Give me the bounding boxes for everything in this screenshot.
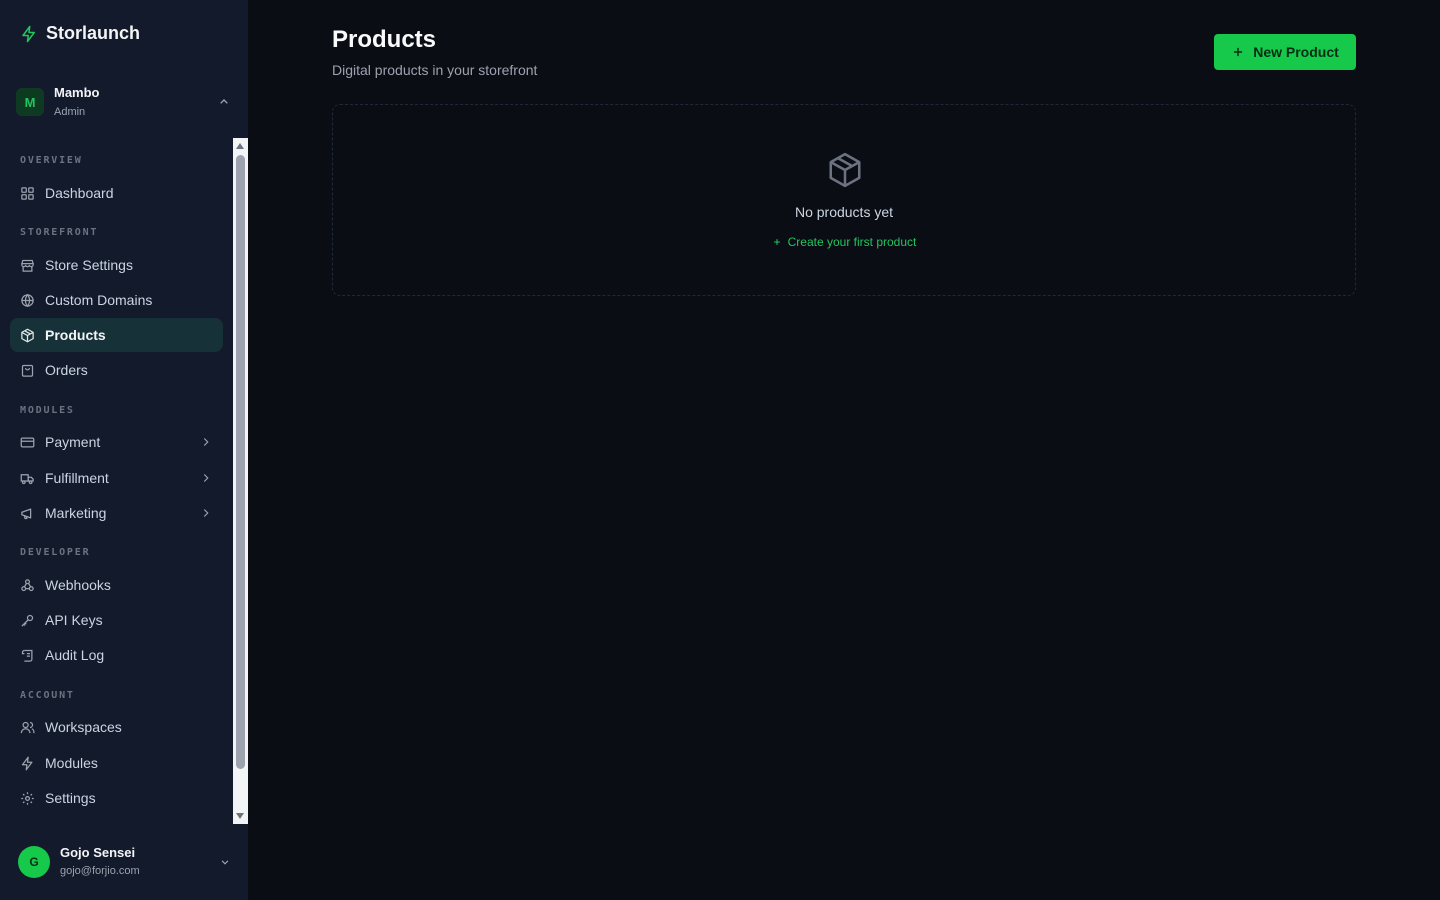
section-label-overview: OVERVIEW <box>20 155 83 166</box>
sidebar-item-custom-domains[interactable]: Custom Domains <box>10 283 223 317</box>
section-label-storefront: STOREFRONT <box>20 227 99 238</box>
chevron-right-icon <box>203 474 209 482</box>
sidebar-item-label: Audit Log <box>45 647 105 663</box>
sidebar-item-label: Workspaces <box>45 719 122 735</box>
sidebar-item-label: Modules <box>45 755 98 771</box>
sidebar-item-marketing[interactable]: Marketing <box>10 496 223 530</box>
users-icon <box>20 721 35 733</box>
package-icon <box>829 152 861 188</box>
key-icon <box>21 614 34 627</box>
sidebar-item-payment[interactable]: Payment <box>10 425 223 459</box>
sidebar-item-orders[interactable]: Orders <box>10 353 223 387</box>
sidebar-item-label: Custom Domains <box>45 292 153 308</box>
sidebar: Storlaunch M Mambo Admin OVERVIEW Dashbo… <box>0 0 248 900</box>
chevron-right-icon <box>203 509 209 517</box>
scroll-icon <box>21 649 33 662</box>
empty-state-text: No products yet <box>794 204 894 220</box>
sidebar-item-fulfillment[interactable]: Fulfillment <box>10 461 223 495</box>
avatar: G <box>18 846 50 878</box>
chevron-down-icon[interactable] <box>218 855 232 869</box>
scrollbar-thumb[interactable] <box>236 155 245 769</box>
new-product-label: New Product <box>1253 44 1339 60</box>
sidebar-item-api-keys[interactable]: API Keys <box>10 603 223 637</box>
sidebar-item-store-settings[interactable]: Store Settings <box>10 248 223 282</box>
sidebar-scrollbar[interactable] <box>233 138 248 824</box>
sidebar-item-label: Orders <box>45 362 88 378</box>
bag-icon <box>21 364 34 377</box>
sidebar-nav: OVERVIEW Dashboard STOREFRONT Store Sett… <box>0 138 248 824</box>
sidebar-item-label: Store Settings <box>45 257 133 273</box>
sidebar-item-label: Settings <box>45 790 96 806</box>
section-label-modules: MODULES <box>20 405 75 416</box>
chevron-up-icon[interactable] <box>216 94 232 110</box>
plus-icon <box>773 239 780 245</box>
sidebar-item-audit-log[interactable]: Audit Log <box>10 638 223 672</box>
sidebar-item-settings[interactable]: Settings <box>10 781 223 815</box>
sidebar-item-webhooks[interactable]: Webhooks <box>10 568 223 602</box>
sidebar-item-products[interactable]: Products <box>10 318 223 352</box>
truck-icon <box>20 473 34 484</box>
sidebar-item-workspaces[interactable]: Workspaces <box>10 710 223 744</box>
scroll-down-arrow-icon[interactable] <box>236 813 244 819</box>
sidebar-item-label: Dashboard <box>45 185 114 201</box>
page-subtitle: Digital products in your storefront <box>332 62 538 78</box>
workspace-avatar: M <box>16 88 44 116</box>
globe-icon <box>21 293 34 307</box>
main-content: Products Digital products in your storef… <box>248 0 1440 900</box>
brand-name: Storlaunch <box>46 23 141 43</box>
section-label-account: ACCOUNT <box>20 690 75 701</box>
sidebar-item-label: Webhooks <box>45 577 111 593</box>
plus-icon <box>1234 47 1243 57</box>
chevron-right-icon <box>203 438 209 446</box>
sidebar-item-label: Marketing <box>45 505 107 521</box>
workspace-name: Mambo <box>54 84 100 100</box>
section-label-developer: DEVELOPER <box>20 547 91 558</box>
workspace-switcher[interactable]: M Mambo Admin <box>16 85 232 119</box>
workspace-role: Admin <box>54 105 86 118</box>
zap-icon <box>22 25 35 42</box>
user-menu[interactable]: G Gojo Sensei gojo@forjio.com <box>18 845 232 879</box>
new-product-button[interactable]: New Product <box>1214 34 1356 70</box>
empty-state: No products yet Create your first produc… <box>332 104 1356 296</box>
scroll-up-arrow-icon[interactable] <box>236 143 244 149</box>
sidebar-item-label: API Keys <box>45 612 103 628</box>
sidebar-item-label: Fulfillment <box>45 470 109 486</box>
sidebar-item-dashboard[interactable]: Dashboard <box>10 176 223 210</box>
sidebar-item-label: Payment <box>45 434 101 450</box>
create-first-product-link[interactable]: Create your first product <box>333 235 1355 249</box>
page-title: Products <box>332 26 437 53</box>
gear-icon <box>21 791 34 805</box>
sidebar-item-modules[interactable]: Modules <box>10 746 223 780</box>
megaphone-icon <box>21 508 32 519</box>
credit-card-icon <box>20 437 35 447</box>
package-icon <box>21 328 34 342</box>
zap-icon <box>21 756 33 770</box>
grid-icon <box>21 186 34 200</box>
webhook-icon <box>21 578 34 591</box>
create-first-product-label: Create your first product <box>787 235 917 249</box>
brand[interactable]: Storlaunch <box>20 23 140 44</box>
store-icon <box>21 259 34 272</box>
sidebar-item-label: Products <box>45 327 106 343</box>
user-name: Gojo Sensei <box>60 845 136 860</box>
user-email: gojo@forjio.com <box>60 865 140 877</box>
